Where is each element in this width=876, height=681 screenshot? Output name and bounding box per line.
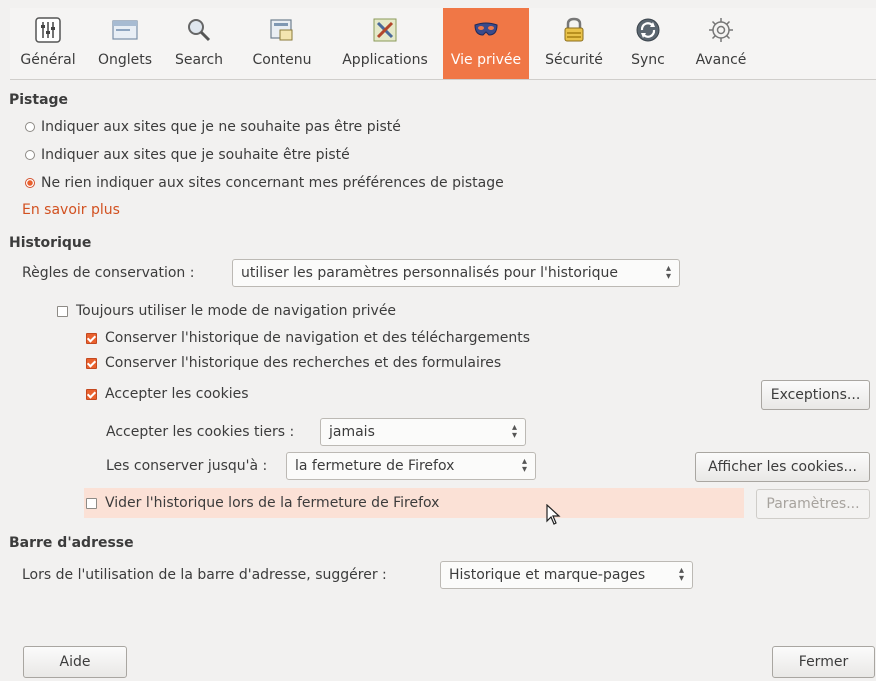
exceptions-button[interactable]: Exceptions... [761,380,870,410]
retention-rules-label: Règles de conservation : [22,265,195,281]
tracking-option-nothing[interactable]: Ne rien indiquer aux sites concernant me… [25,175,504,191]
mouse-cursor-icon [546,503,562,530]
checkbox-label: Toujours utiliser le mode de navigation … [76,303,397,319]
tab-label: Vie privée [450,52,522,68]
chevron-updown-icon: ▴ ▾ [511,422,517,441]
tab-label: Search [174,52,224,68]
checkbox-checked[interactable] [86,357,97,369]
tab-label: Sync [631,52,665,68]
privacy-mask-icon [470,14,502,46]
chevron-updown-icon: ▴ ▾ [521,456,527,475]
address-bar-suggest-label: Lors de l'utilisation de la barre d'adre… [22,567,387,583]
clear-settings-button[interactable]: Paramètres... [756,489,870,519]
tab-content[interactable]: Contenu [237,8,327,79]
select-value: Historique et marque-pages [449,567,646,583]
tabs-icon [109,14,141,46]
radio-button-selected[interactable] [25,178,35,188]
select-value: jamais [329,424,375,440]
advanced-gear-icon [705,14,737,46]
tab-privacy[interactable]: Vie privée [443,8,529,79]
checkbox[interactable] [86,497,97,509]
retention-rules-select[interactable]: utiliser les paramètres personnalisés po… [232,259,680,287]
address-bar-section-title: Barre d'adresse [9,535,134,551]
help-button[interactable]: Aide [23,646,127,678]
select-value: la fermeture de Firefox [295,458,455,474]
select-value: utiliser les paramètres personnalisés po… [241,265,619,281]
tab-general[interactable]: Général [10,8,86,79]
keep-until-label: Les conserver jusqu'à : [106,458,268,474]
always-private-mode-checkbox[interactable]: Toujours utiliser le mode de navigation … [57,303,396,319]
checkbox[interactable] [57,305,68,317]
chevron-updown-icon: ▴ ▾ [665,263,671,282]
show-cookies-button[interactable]: Afficher les cookies... [695,452,870,482]
close-button[interactable]: Fermer [772,646,875,678]
tab-search[interactable]: Search [161,8,237,79]
tab-security[interactable]: Sécurité [533,8,615,79]
checkbox-checked[interactable] [86,388,97,400]
checkbox-label: Conserver l'historique des recherches et… [105,355,502,371]
keep-search-history-checkbox[interactable]: Conserver l'historique des recherches et… [86,355,501,371]
keep-browsing-history-checkbox[interactable]: Conserver l'historique de navigation et … [86,330,530,346]
security-lock-icon [558,14,590,46]
search-icon [183,14,215,46]
option-label: Indiquer aux sites que je ne souhaite pa… [41,119,401,135]
history-section-title: Historique [9,235,92,251]
radio-button[interactable] [25,150,35,160]
tab-advanced[interactable]: Avancé [681,8,761,79]
tab-sync[interactable]: Sync [617,8,679,79]
tracking-section-title: Pistage [9,92,69,108]
learn-more-link[interactable]: En savoir plus [22,202,120,218]
checkbox-label: Conserver l'historique de navigation et … [105,330,531,346]
chevron-updown-icon: ▴ ▾ [678,565,684,584]
tracking-option-track[interactable]: Indiquer aux sites que je souhaite être … [25,147,350,163]
applications-icon [369,14,401,46]
sync-icon [632,14,664,46]
checkbox-label: Accepter les cookies [105,386,249,402]
keep-until-select[interactable]: la fermeture de Firefox ▴ ▾ [286,452,536,480]
tab-label: Avancé [695,52,747,68]
accept-cookies-checkbox[interactable]: Accepter les cookies [86,386,249,402]
checkbox-checked[interactable] [86,332,97,344]
tab-applications[interactable]: Applications [330,8,440,79]
general-icon [32,14,64,46]
checkbox-label: Vider l'historique lors de la fermeture … [105,495,440,511]
preferences-toolbar: Général Onglets Search Contenu Applicati… [10,8,876,80]
third-party-cookies-label: Accepter les cookies tiers : [106,424,295,440]
tab-label: Général [20,52,76,68]
content-icon [266,14,298,46]
tab-label: Applications [342,52,428,68]
clear-history-on-close-checkbox[interactable]: Vider l'historique lors de la fermeture … [86,495,439,511]
tab-label: Contenu [252,52,312,68]
tab-label: Onglets [97,52,153,68]
option-label: Ne rien indiquer aux sites concernant me… [41,175,504,191]
address-bar-suggest-select[interactable]: Historique et marque-pages ▴ ▾ [440,561,693,589]
radio-button[interactable] [25,122,35,132]
tab-tabs[interactable]: Onglets [89,8,161,79]
tab-label: Sécurité [545,52,603,68]
third-party-cookies-select[interactable]: jamais ▴ ▾ [320,418,526,446]
option-label: Indiquer aux sites que je souhaite être … [41,147,350,163]
tracking-option-no-track[interactable]: Indiquer aux sites que je ne souhaite pa… [25,119,401,135]
